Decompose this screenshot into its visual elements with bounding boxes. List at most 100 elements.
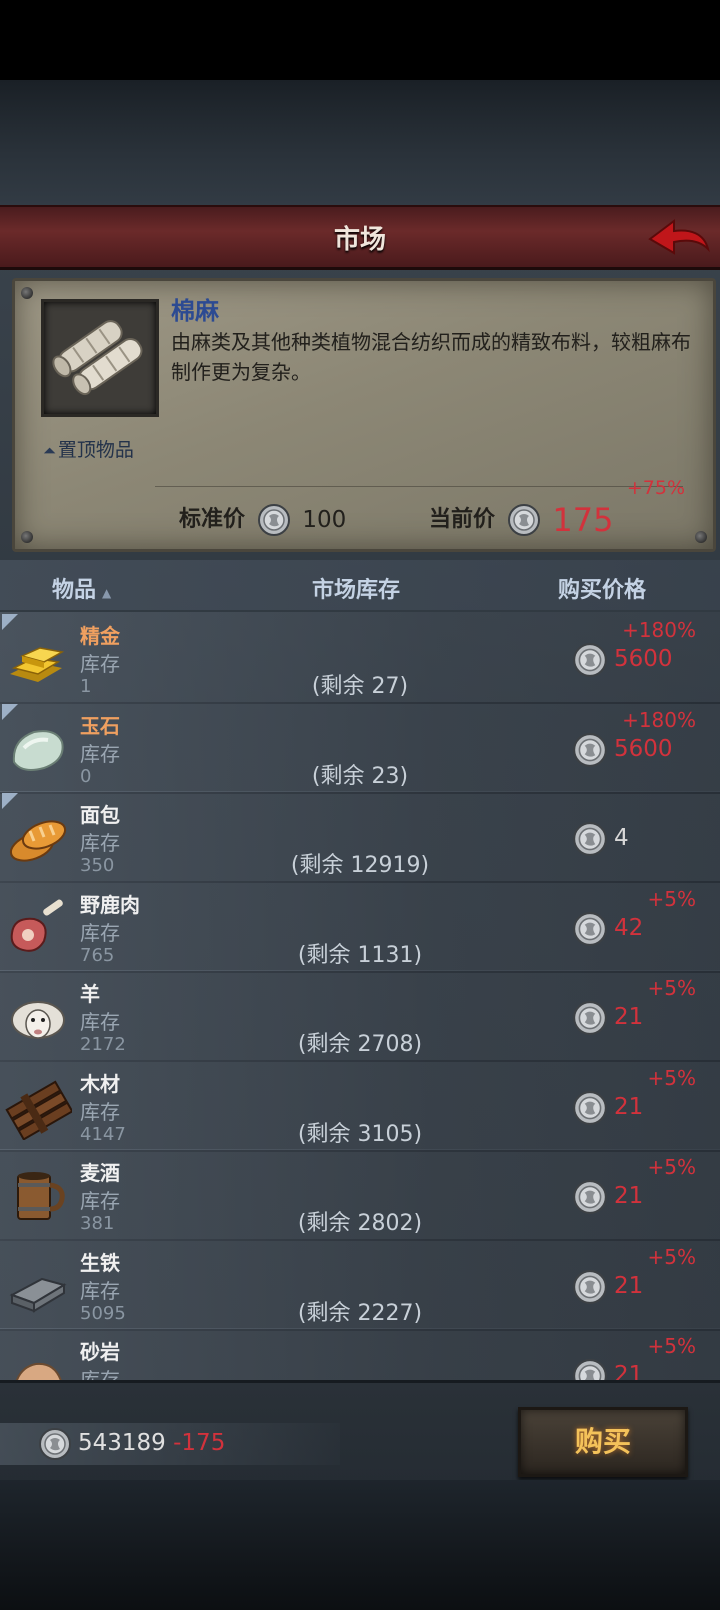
table-row[interactable]: 木材 库存 4147 (剩余 3105) +5% 21: [0, 1059, 720, 1152]
item-name: 生铁: [80, 1250, 120, 1275]
price-coin: [572, 1179, 608, 1219]
current-price-label: 当前价: [429, 507, 496, 532]
balance-amount: 543189 -175: [78, 1430, 225, 1456]
selected-item-frame: [41, 299, 159, 417]
price-change: +5%: [647, 1065, 697, 1090]
price-change: +5%: [647, 976, 697, 1000]
stock-label: 库存: [80, 1278, 120, 1303]
market-remaining: (剩余 23): [311, 763, 409, 789]
bread-icon: [4, 807, 72, 871]
price-change: +5%: [647, 1334, 697, 1358]
table-row[interactable]: 玉石 库存 0 (剩余 23) +180% 5600: [0, 701, 720, 794]
col-price-header[interactable]: 购买价格: [558, 572, 646, 604]
market-remaining: (剩余 12919): [290, 853, 430, 878]
market-remaining: (剩余 2227): [297, 1300, 423, 1326]
sheep-icon: [4, 986, 72, 1050]
buy-price: 5600: [614, 646, 673, 672]
item-detail-card: ⏶ 置顶物品 棉麻 由麻类及其他种类植物混合纺织而成的精致布料，较粗麻布制作更为复…: [12, 278, 716, 552]
stock-label: 库存: [80, 831, 120, 855]
price-change: +180%: [622, 618, 696, 642]
silver-coin-icon: [573, 732, 607, 767]
price-coin: [572, 1090, 608, 1130]
table-header: 物品 ▲ 市场库存 购买价格: [0, 560, 720, 610]
silver-coin-icon: [573, 1090, 607, 1125]
price-coin: [572, 821, 608, 861]
stock-value: 350: [80, 855, 115, 876]
rivet-decoration: [21, 531, 33, 543]
rivet-decoration: [21, 287, 33, 299]
linen-roll-icon: [52, 320, 143, 396]
iron-icon: [4, 1255, 72, 1319]
item-name: 面包: [80, 803, 120, 827]
back-button[interactable]: [646, 215, 712, 261]
top-backdrop: [0, 80, 720, 205]
pin-item-button[interactable]: ⏶ 置顶物品: [43, 435, 134, 462]
standard-price: 标准价 100: [179, 501, 346, 537]
balance-delta: -175: [173, 1430, 226, 1456]
price-change: +180%: [622, 707, 696, 732]
stock-label: 库存: [80, 1368, 120, 1380]
item-name: 精金: [80, 624, 120, 648]
stock-value: 2172: [80, 1034, 126, 1055]
col-stock-header[interactable]: 市场库存: [312, 572, 400, 604]
pin-top-icon: ⏶: [43, 441, 56, 460]
buy-price: 21: [614, 1004, 644, 1030]
item-name: 木材: [80, 1071, 120, 1096]
stock-label: 库存: [80, 652, 120, 676]
sandstone-icon: [4, 1344, 72, 1380]
market-remaining: (剩余 2708): [297, 1032, 423, 1057]
bottom-backdrop: [0, 1480, 720, 1610]
buy-price: 21: [614, 1272, 644, 1299]
stock-value: 1: [80, 676, 92, 697]
card-divider: [155, 486, 683, 487]
footer-bar: 543189 -175 购买: [0, 1380, 720, 1483]
price-coin: [572, 1000, 608, 1040]
price-change: +5%: [647, 1244, 697, 1269]
venison-icon: [4, 897, 72, 961]
stock-label: 库存: [80, 920, 120, 945]
item-name: 野鹿肉: [80, 892, 140, 917]
buy-price: 42: [614, 914, 644, 941]
table-row[interactable]: 砂岩 库存 +5% 21: [0, 1328, 720, 1380]
balance-value: 543189: [78, 1430, 166, 1456]
current-price-value: 175: [552, 501, 614, 539]
buy-price: 21: [614, 1093, 644, 1120]
buy-button[interactable]: 购买: [518, 1407, 688, 1477]
standard-price-value: 100: [302, 507, 347, 533]
buy-price: 5600: [614, 735, 673, 762]
price-coin: [572, 642, 608, 682]
market-remaining: (剩余 1131): [297, 942, 423, 968]
pin-item-label: 置顶物品: [57, 439, 134, 461]
rivet-decoration: [695, 531, 707, 543]
market-remaining: (剩余 27): [311, 674, 409, 699]
table-row[interactable]: 麦酒 库存 381 (剩余 2802) +5% 21: [0, 1149, 720, 1241]
stock-label: 库存: [80, 1189, 120, 1213]
silver-coin-icon: [573, 911, 607, 946]
market-header: 市场: [0, 205, 720, 270]
item-name: 羊: [80, 982, 100, 1006]
selected-item-description: 由麻类及其他种类植物混合纺织而成的精致布料，较粗麻布制作更为复杂。: [171, 330, 691, 384]
silver-coin-icon: [507, 504, 540, 536]
buy-price: 21: [614, 1183, 644, 1209]
col-item-header[interactable]: 物品 ▲: [52, 572, 111, 604]
stock-value: 381: [80, 1213, 115, 1234]
silver-coin-icon: [573, 822, 607, 856]
page-title: 市场: [333, 225, 386, 255]
item-list[interactable]: 精金 库存 1 (剩余 27) +180% 5600 玉石 库存 0 (剩余 23) +180% 56…: [0, 612, 720, 1380]
silver-coin-icon: [573, 643, 607, 677]
table-row[interactable]: 生铁 库存 5095 (剩余 2227) +5% 21: [0, 1238, 720, 1331]
table-row[interactable]: 面包 库存 350 (剩余 12919) 4: [0, 791, 720, 883]
price-coin: [572, 1358, 608, 1380]
market-remaining: (剩余 3105): [297, 1121, 423, 1147]
silver-coin-icon: [257, 504, 290, 536]
stock-value: 0: [80, 765, 92, 787]
table-row[interactable]: 精金库存 1 (剩余 27) +180% 5600: [0, 612, 720, 704]
price-coin: [572, 732, 608, 772]
col-item-label: 物品: [52, 578, 97, 603]
stock-value: 765: [80, 944, 115, 966]
sort-asc-icon: ▲: [102, 586, 112, 600]
stock-label: 库存: [80, 741, 120, 766]
table-row[interactable]: 羊库存 2172 (剩余 2708) +5% 21: [0, 970, 720, 1062]
table-row[interactable]: 野鹿肉 库存 765 (剩余 1131) +5% 42: [0, 880, 720, 973]
silver-coin-icon: [573, 1001, 607, 1035]
